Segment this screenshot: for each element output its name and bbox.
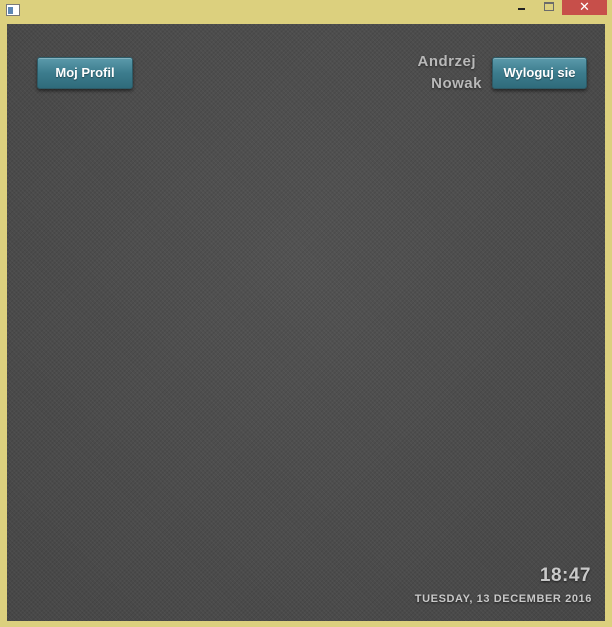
user-last-name: Nowak [431,75,482,92]
title-bar[interactable]: ✕ [0,0,612,24]
user-first-name: Andrzej [417,53,476,70]
logout-button[interactable]: Wyloguj sie [492,57,587,89]
app-window: ✕ Moj Profil Andrzej Nowak Wyloguj sie 1… [0,0,612,627]
main-panel: Moj Profil Andrzej Nowak Wyloguj sie 18:… [7,24,605,621]
close-button[interactable]: ✕ [562,0,607,15]
minimize-button[interactable] [507,0,535,15]
clock-time: 18:47 [539,565,591,586]
current-date: TUESDAY, 13 DECEMBER 2016 [414,593,592,605]
maximize-button[interactable] [535,0,561,15]
app-icon[interactable] [6,4,20,16]
my-profile-button[interactable]: Moj Profil [37,57,133,89]
user-name: Andrzej Nowak [417,51,482,95]
